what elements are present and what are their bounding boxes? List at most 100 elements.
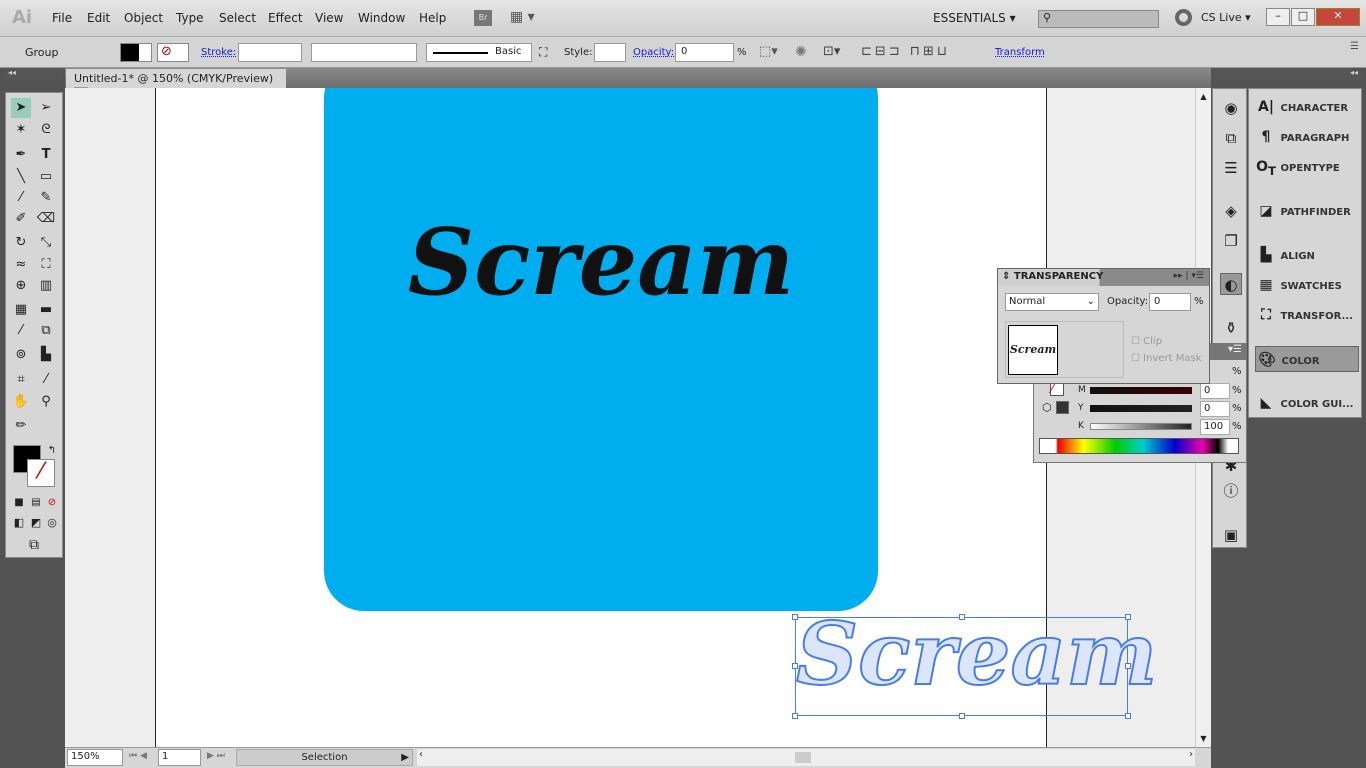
selection-handle[interactable] bbox=[959, 713, 965, 719]
slice-tool-icon[interactable]: ⁄ bbox=[36, 370, 56, 390]
magic-wand-tool-icon[interactable]: ✶ bbox=[11, 120, 31, 140]
none-mode-icon[interactable]: ⊘ bbox=[42, 493, 62, 513]
lasso-tool-icon[interactable]: ᘓ bbox=[36, 120, 56, 140]
stroke-color-swatch[interactable]: ⁄ bbox=[1050, 382, 1064, 396]
graph-tool-icon[interactable]: ▙ bbox=[36, 345, 56, 365]
blend-mode-select[interactable]: Normal ⌄ bbox=[1005, 293, 1099, 311]
appearance-icon[interactable]: ◉ bbox=[1220, 97, 1242, 119]
stroke-swatch[interactable]: ⊘ bbox=[157, 43, 189, 62]
document-info-icon[interactable]: ▣ bbox=[1220, 524, 1242, 546]
transparency-panel-icon[interactable]: ◐ bbox=[1220, 273, 1242, 295]
bridge-button[interactable]: Br bbox=[474, 10, 492, 26]
variable-width-select[interactable] bbox=[311, 43, 417, 62]
brush-options-icon[interactable]: ⛶ bbox=[539, 45, 547, 60]
channel-y-input[interactable]: 0 bbox=[1200, 401, 1230, 417]
shape-builder-tool-icon[interactable]: ⊕ bbox=[11, 276, 31, 296]
hand-tool-icon[interactable]: ✋ bbox=[11, 392, 31, 412]
perspective-grid-tool-icon[interactable]: ▥ bbox=[36, 276, 56, 296]
stroke-panel-icon[interactable]: ☰ bbox=[1220, 157, 1242, 179]
layers-icon[interactable]: ◈ bbox=[1220, 200, 1242, 222]
transparency-opacity-input[interactable]: 0 bbox=[1149, 293, 1191, 311]
selected-outlined-text[interactable]: Scream bbox=[792, 603, 1158, 719]
maximize-button[interactable]: □ bbox=[1291, 8, 1315, 26]
selection-handle[interactable] bbox=[1125, 614, 1131, 620]
fill-color-swatch[interactable] bbox=[1056, 401, 1069, 414]
menu-effect[interactable]: Effect bbox=[268, 11, 303, 25]
artboard-number-select[interactable]: 1 bbox=[158, 749, 201, 766]
control-menu-icon[interactable]: ☰ bbox=[1350, 41, 1359, 52]
graphic-styles-icon[interactable]: ⧉ bbox=[1220, 127, 1242, 149]
dock-item-color-guide[interactable]: ◣ COLOR GUI... bbox=[1255, 390, 1359, 416]
screen-mode-icon[interactable]: ⧉ bbox=[24, 535, 44, 555]
menu-help[interactable]: Help bbox=[419, 11, 446, 25]
rectangle-tool-icon[interactable]: ▭ bbox=[36, 167, 56, 187]
scale-tool-icon[interactable]: ⤡ bbox=[36, 233, 56, 253]
minimize-button[interactable]: – bbox=[1266, 8, 1290, 26]
rotate-tool-icon[interactable]: ↻ bbox=[11, 233, 31, 253]
search-input[interactable]: ⚲ bbox=[1038, 10, 1159, 28]
canvas[interactable]: Scream Scream inwepo bbox=[65, 88, 1195, 747]
menu-object[interactable]: Object bbox=[124, 11, 163, 25]
stroke-weight-input[interactable] bbox=[238, 43, 302, 62]
stroke-link[interactable]: Stroke: bbox=[201, 47, 236, 58]
line-tool-icon[interactable]: ╲ bbox=[11, 167, 31, 187]
direct-selection-tool-icon[interactable]: ➢ bbox=[36, 98, 56, 118]
clip-checkbox[interactable]: ☐ Clip bbox=[1131, 336, 1162, 347]
draw-inside-icon[interactable]: ◎ bbox=[42, 513, 62, 533]
dock-collapse-icon[interactable]: ◂◂ bbox=[1212, 68, 1362, 80]
menu-type[interactable]: Type bbox=[176, 11, 204, 25]
transparency-header[interactable]: ⇕ TRANSPARENCY ▸▸ | ▾☰ bbox=[998, 269, 1209, 286]
recolor-icon[interactable]: ✺ bbox=[795, 44, 807, 60]
close-button[interactable]: ✕ bbox=[1316, 8, 1360, 26]
arrange-documents-icon[interactable]: ▦ ▾ bbox=[510, 9, 535, 25]
selection-handle[interactable] bbox=[792, 663, 798, 669]
menu-view[interactable]: View bbox=[315, 11, 343, 25]
artboard-tool-icon[interactable]: ⌗ bbox=[11, 370, 31, 390]
panel-menu-icon[interactable]: ▾☰ bbox=[1228, 344, 1242, 355]
selection-handle[interactable] bbox=[959, 614, 965, 620]
channel-k-input[interactable]: 100 bbox=[1200, 419, 1230, 435]
stroke-color-box[interactable]: ⁄ bbox=[27, 459, 55, 487]
selection-handle[interactable] bbox=[1125, 713, 1131, 719]
swap-colors-icon[interactable]: ↰ bbox=[42, 441, 62, 461]
blue-rounded-rectangle[interactable]: Scream bbox=[324, 88, 878, 611]
color-spectrum[interactable] bbox=[1039, 438, 1239, 454]
menu-edit[interactable]: Edit bbox=[87, 11, 110, 25]
dock-item-pathfinder[interactable]: ◪ PATHFINDER bbox=[1255, 198, 1359, 224]
width-tool-icon[interactable]: ≈ bbox=[11, 255, 31, 275]
panel-menu-icon[interactable]: ▸▸ | ▾☰ bbox=[1174, 271, 1204, 281]
zoom-tool-icon[interactable]: ⚲ bbox=[36, 392, 56, 412]
tools-collapse-icon[interactable]: ◂◂ bbox=[5, 68, 63, 80]
paintbrush-tool-icon[interactable]: ⁄ bbox=[11, 188, 31, 208]
artboards-icon[interactable]: ❐ bbox=[1220, 230, 1242, 252]
opacity-link[interactable]: Opacity: bbox=[633, 47, 674, 58]
pencil-tool-icon[interactable]: ✎ bbox=[36, 188, 56, 208]
scream-text[interactable]: Scream bbox=[324, 208, 878, 316]
dock-item-color[interactable]: 🎨︎ COLOR bbox=[1255, 346, 1359, 372]
menu-window[interactable]: Window bbox=[358, 11, 405, 25]
dock-item-opentype[interactable]: OT OPENTYPE bbox=[1255, 154, 1359, 180]
transform-link[interactable]: Transform bbox=[995, 47, 1045, 58]
channel-k-slider[interactable] bbox=[1090, 423, 1192, 430]
zoom-select[interactable]: 150% bbox=[67, 749, 123, 766]
align-buttons[interactable]: ⊏⊟⊐ ⊓⊞⊔ bbox=[861, 44, 950, 59]
selection-handle[interactable] bbox=[1125, 663, 1131, 669]
artwork-thumbnail[interactable]: Scream bbox=[1008, 325, 1058, 375]
channel-m-input[interactable]: 0 bbox=[1200, 383, 1230, 399]
first-prev-artboard-buttons[interactable]: ⏮ ◀ bbox=[129, 751, 147, 761]
dock-item-paragraph[interactable]: ¶ PARAGRAPH bbox=[1255, 124, 1359, 150]
info-icon[interactable]: ⓘ bbox=[1220, 480, 1242, 502]
eyedropper-tool-icon[interactable]: ⁄ bbox=[11, 321, 31, 341]
blend-tool-icon[interactable]: ⧉ bbox=[36, 321, 56, 341]
align-to-icon[interactable]: ⊡▾ bbox=[823, 44, 840, 59]
dock-item-swatches[interactable]: ▦ SWATCHES bbox=[1255, 272, 1359, 298]
dock-item-align[interactable]: ▙ ALIGN bbox=[1255, 242, 1359, 268]
free-transform-tool-icon[interactable]: ⛶ bbox=[36, 255, 56, 275]
opacity-input[interactable]: 0 bbox=[675, 43, 734, 62]
status-tool-display[interactable]: Selection ▶ bbox=[236, 749, 413, 766]
next-last-artboard-buttons[interactable]: ▶ ⏭ bbox=[207, 751, 225, 761]
menu-file[interactable]: File bbox=[52, 11, 72, 25]
blob-brush-tool-icon[interactable]: ✐ bbox=[11, 209, 31, 229]
document-tab[interactable]: Untitled-1* @ 150% (CMYK/Preview) ✕ bbox=[66, 69, 286, 99]
eraser-tool-icon[interactable]: ⌫ bbox=[36, 209, 56, 229]
